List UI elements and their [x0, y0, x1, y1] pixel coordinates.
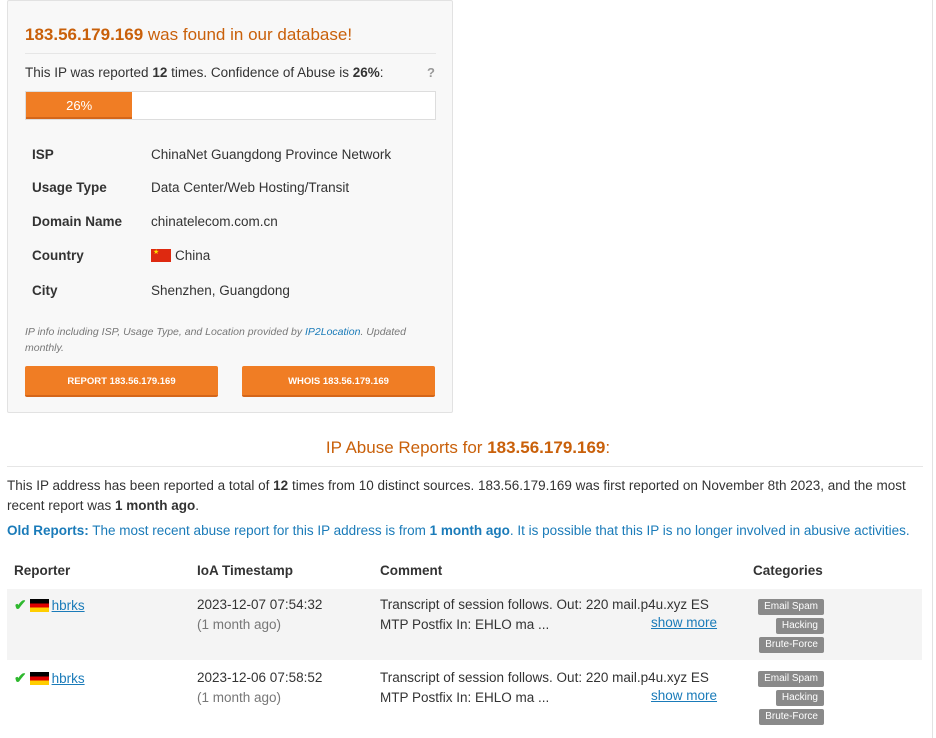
reporter-cell: ✔ hbrks [14, 669, 85, 689]
show-more-link[interactable]: show more [651, 615, 717, 630]
reporter-cell: ✔ hbrks [14, 596, 85, 616]
timestamp-cell: 2023-12-06 07:58:52 (1 month ago) [197, 668, 322, 708]
reporter-link[interactable]: hbrks [52, 671, 85, 686]
summary-text: This IP address has been reported a tota… [7, 478, 274, 493]
show-more-link[interactable]: show more [651, 688, 717, 703]
category-badge[interactable]: Email Spam [758, 671, 824, 687]
time-ago: (1 month ago) [197, 617, 282, 632]
country-name: China [175, 248, 211, 263]
timestamp: 2023-12-06 07:58:52 [197, 670, 323, 685]
reported-suffix: : [379, 65, 384, 80]
comment-line: Transcript of session follows. Out: 220 … [380, 597, 709, 612]
category-badge[interactable]: Hacking [775, 618, 824, 634]
reporter-link[interactable]: hbrks [52, 598, 85, 613]
timestamp: 2023-12-07 07:54:32 [197, 597, 323, 612]
page-edge-divider [932, 0, 933, 738]
report-count: 12 [152, 65, 168, 80]
reports-title-suffix: : [605, 438, 611, 457]
reports-summary: This IP address has been reported a tota… [7, 476, 922, 516]
card-title: 183.56.179.169 was found in our database… [25, 25, 352, 45]
info-label: Usage Type [32, 180, 107, 195]
ip2location-link[interactable]: IP2Location [305, 326, 360, 338]
table-row: ✔ hbrks 2023-12-06 07:58:52 (1 month ago)… [7, 662, 922, 733]
ip-address: 183.56.179.169 [25, 25, 144, 44]
info-value: Shenzhen, Guangdong [151, 283, 290, 298]
old-reports-recent: 1 month ago [429, 523, 510, 538]
old-reports-text: The most recent abuse report for this IP… [88, 523, 430, 538]
summary-count: 12 [273, 478, 289, 493]
category-badge[interactable]: Brute-Force [759, 637, 824, 653]
column-header-comment: Comment [380, 563, 443, 578]
old-reports-label: Old Reports: [7, 523, 89, 538]
reports-title-ip: 183.56.179.169 [487, 438, 606, 457]
reported-summary: This IP was reported 12 times. Confidenc… [25, 65, 384, 80]
reported-mid: times. Confidence of Abuse is [167, 65, 353, 80]
reported-prefix: This IP was reported [25, 65, 153, 80]
category-badges: Email Spam Hacking Brute-Force [757, 662, 824, 732]
column-header-reporter: Reporter [14, 563, 71, 578]
confidence-progress-bar: 26% [25, 91, 436, 120]
title-suffix: was found in our database! [143, 25, 353, 44]
summary-text: . [195, 498, 200, 513]
info-value: chinatelecom.com.cn [151, 214, 278, 229]
column-header-timestamp: IoA Timestamp [197, 563, 294, 578]
table-row: ✔ hbrks 2023-12-07 07:54:32 (1 month ago)… [7, 589, 922, 660]
column-header-categories: Categories [753, 563, 823, 578]
category-badges: Email Spam Hacking Brute-Force [757, 589, 824, 659]
ip2location-note: IP info including ISP, Usage Type, and L… [25, 324, 425, 356]
time-ago: (1 month ago) [197, 690, 282, 705]
china-flag-icon [151, 249, 171, 262]
info-label: Country [32, 248, 84, 263]
info-value: ChinaNet Guangdong Province Network [151, 147, 392, 162]
note-prefix: IP info including ISP, Usage Type, and L… [25, 326, 305, 338]
category-badge[interactable]: Email Spam [758, 599, 824, 615]
info-value: Data Center/Web Hosting/Transit [151, 180, 350, 195]
verified-check-icon: ✔ [14, 670, 27, 687]
info-label: ISP [32, 147, 54, 162]
divider [25, 53, 436, 54]
germany-flag-icon [29, 672, 49, 685]
summary-recent: 1 month ago [115, 498, 196, 513]
old-reports-text: . It is possible that this IP is no long… [509, 523, 910, 538]
report-ip-button[interactable]: REPORT 183.56.179.169 [25, 366, 218, 397]
category-badge[interactable]: Brute-Force [759, 709, 824, 725]
reports-title: IP Abuse Reports for 183.56.179.169: [0, 438, 936, 458]
divider [7, 466, 923, 467]
whois-ip-button[interactable]: WHOIS 183.56.179.169 [242, 366, 435, 397]
timestamp-cell: 2023-12-07 07:54:32 (1 month ago) [197, 595, 322, 635]
info-label: City [32, 283, 58, 298]
confidence-value: 26% [352, 65, 380, 80]
reports-title-prefix: IP Abuse Reports for [325, 438, 488, 457]
progress-fill: 26% [26, 92, 133, 119]
old-reports-notice: Old Reports: The most recent abuse repor… [7, 523, 927, 538]
germany-flag-icon [29, 599, 49, 612]
ip-summary-card: 183.56.179.169 was found in our database… [7, 0, 453, 413]
verified-check-icon: ✔ [14, 597, 27, 614]
info-value: China [151, 248, 210, 263]
info-label: Domain Name [32, 214, 123, 229]
comment-line: Transcript of session follows. Out: 220 … [380, 670, 709, 685]
help-icon[interactable]: ? [427, 65, 435, 80]
category-badge[interactable]: Hacking [775, 690, 824, 706]
